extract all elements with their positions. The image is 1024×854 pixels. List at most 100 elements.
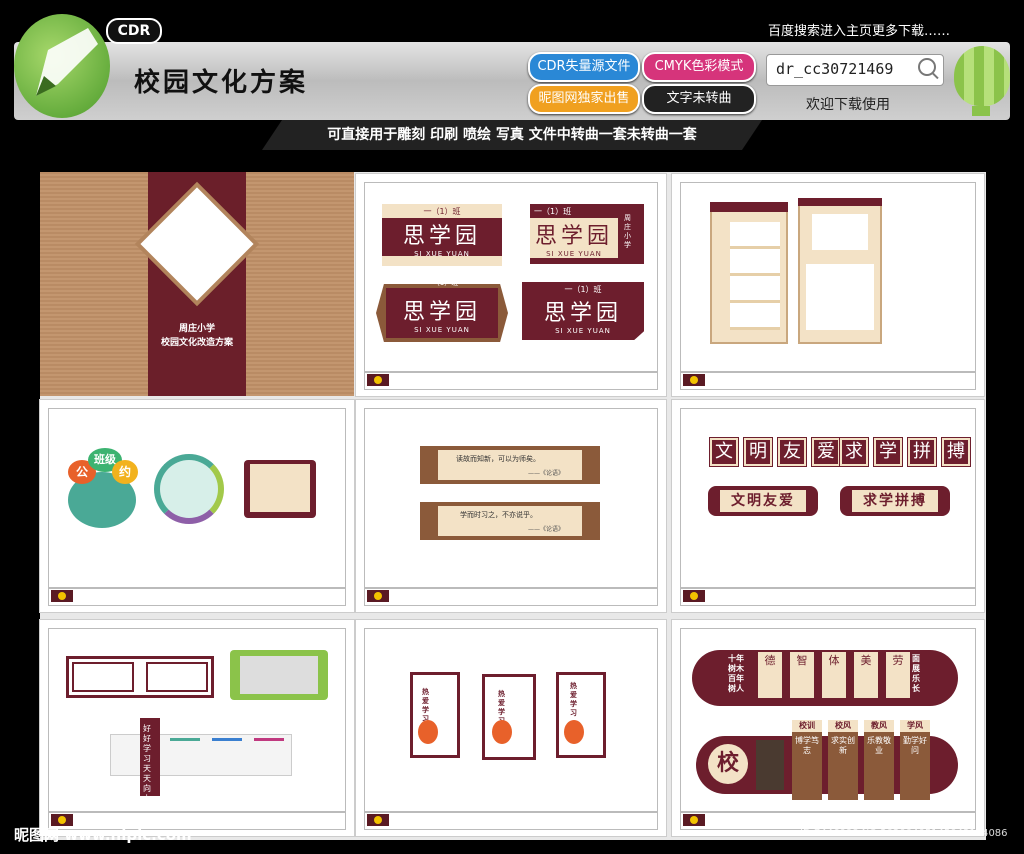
poster-3 (556, 672, 606, 758)
culture-photo (756, 740, 784, 790)
culture-school-char: 校 (708, 744, 748, 784)
board-right-slot-1 (812, 214, 868, 250)
slogan-bar-3 (254, 738, 284, 741)
cal-char: 爱 (812, 438, 840, 466)
footer-dot (58, 816, 66, 824)
panel-footer (364, 372, 658, 390)
poster-1-figure (418, 720, 438, 744)
culture-card: 德 (756, 650, 784, 700)
panel-school-culture[interactable]: 十年树木百年树人 全面发展快乐成长 德 智 体 美 劳 校 校训 博学笃志 校风… (672, 620, 984, 836)
rules-circle-middle (154, 454, 224, 524)
culture-section-text: 勤学好问 (900, 732, 930, 800)
board-right-top (798, 198, 882, 206)
footer-logo (367, 814, 389, 826)
pill-cmyk[interactable]: CMYK色彩模式 (642, 52, 756, 82)
sign-2-en: SI XUE YUAN (546, 250, 602, 258)
panel-calligraphy[interactable]: 文 明 友 爱 求 学 拼 搏 文明友爱 求学拼搏 (672, 400, 984, 612)
sign-2-name: 思学园 (534, 224, 613, 249)
sign-1-class: 一（1）班 (423, 207, 461, 216)
welcome-text: 欢迎下载使用 (806, 97, 890, 113)
sign-2-body: 思学园 SI XUE YUAN (530, 218, 618, 258)
panel-bulletin-boards[interactable] (672, 174, 984, 396)
footer-dot (374, 592, 382, 600)
banner-1-text: 读故而知新，可以为师矣。 (456, 455, 540, 463)
cal-char: 搏 (942, 438, 970, 466)
panel-frame (364, 408, 658, 588)
poster-1-label: 热爱学习 (422, 688, 429, 723)
culture-top-cards: 德 智 体 美 劳 (756, 650, 912, 700)
sign-2-class: 一（1）班 (534, 207, 572, 216)
footer-logo (51, 590, 73, 602)
cover-line1: 周庄小学 (178, 324, 215, 334)
footer-dot (690, 816, 698, 824)
balloon-icon (954, 46, 1010, 106)
pencil-icon (36, 28, 98, 96)
cal-char: 学 (874, 438, 902, 466)
panel-footer (364, 588, 658, 606)
cal-char: 拼 (908, 438, 936, 466)
search-value: dr_cc30721469 (776, 60, 894, 78)
sign-2-school: 周庄小学 (624, 214, 631, 249)
culture-card: 美 (852, 650, 880, 700)
culture-sections: 校训 博学笃志 校风 求实创新 教风 乐教敬业 学风 勤学好问 (792, 720, 930, 800)
page-title: 校园文化方案 (134, 68, 309, 98)
panel-banners[interactable]: 读故而知新，可以为师矣。 ——《论语》 学而时习之，不亦说乎。 ——《论语》 (356, 400, 666, 612)
footer-logo (683, 814, 705, 826)
footer-logo (367, 374, 389, 386)
top-right-text[interactable]: 百度搜索进入主页更多下载…… (768, 20, 950, 39)
sign-3-en: SI XUE YUAN (414, 326, 470, 334)
cdr-badge: CDR (106, 18, 162, 44)
frame-green-inner (240, 656, 318, 694)
culture-top-left-text: 十年树木百年树人 (728, 654, 744, 693)
culture-section: 学风 勤学好问 (900, 720, 930, 800)
sign-1-en: SI XUE YUAN (414, 250, 470, 258)
sign-3-name: 思学园 (402, 300, 481, 325)
sign-3-class: 一（1）班 (425, 279, 459, 287)
search-icon[interactable] (918, 58, 936, 76)
board-right-slot-2 (806, 264, 874, 330)
panel-footer (680, 372, 976, 390)
culture-section-text: 乐教敬业 (864, 732, 894, 800)
sign-4-body: 一（1）班 思学园 SI XUE YUAN (522, 282, 644, 340)
pill-cdr-vector[interactable]: CDR失量源文件 (528, 52, 640, 82)
pencil-logo-icon (14, 14, 110, 118)
sign-4-en: SI XUE YUAN (555, 327, 611, 335)
culture-section-title: 校训 (792, 720, 822, 732)
panel-frames[interactable]: 好好学习天天向上 (40, 620, 354, 836)
banner-1-author: ——《论语》 (528, 470, 565, 477)
calligraphy-plaque-left-text: 文明友爱 (720, 490, 806, 512)
culture-section-title: 教风 (864, 720, 894, 732)
panel-class-rules[interactable]: 公 班级 约 (40, 400, 354, 612)
pill-text-not-converted[interactable]: 文字未转曲 (642, 84, 756, 114)
pill-exclusive[interactable]: 昵图网独家出售 (528, 84, 640, 114)
poster-3-label: 热爱学习 (570, 682, 577, 717)
footer-dot (690, 592, 698, 600)
culture-section-text: 博学笃志 (792, 732, 822, 800)
rules-petal-2: 约 (112, 460, 138, 484)
banner-2-author: ——《论语》 (528, 526, 565, 533)
footer-logo (683, 374, 705, 386)
balloon-basket (972, 106, 990, 116)
cover-line2: 校园文化改造方案 (160, 338, 233, 348)
slogan-bar-2 (212, 738, 242, 741)
panel-posters[interactable]: 热爱学习 热爱学习 热爱学习 (356, 620, 666, 836)
board-left-top (710, 202, 788, 212)
cal-char: 友 (778, 438, 806, 466)
culture-section-title: 学风 (900, 720, 930, 732)
culture-card: 智 (788, 650, 816, 700)
footer-logo (683, 590, 705, 602)
sign-1-name: 思学园 (402, 224, 481, 249)
culture-section: 校训 博学笃志 (792, 720, 822, 800)
cal-char: 明 (744, 438, 772, 466)
poster-2-figure (492, 720, 512, 744)
panel-class-signs[interactable]: 一（1）班 思学园 SI XUE YUAN 一（1）班 思学园 SI XUE Y… (356, 174, 666, 396)
poster-1 (410, 672, 460, 758)
culture-card: 劳 (884, 650, 912, 700)
panel-footer (48, 588, 346, 606)
sign-3-body: 思学园 SI XUE YUAN (386, 288, 498, 338)
slogan-vertical: 好好学习天天向上 (143, 724, 151, 803)
rules-book-page (250, 464, 310, 512)
calligraphy-row1-right: 求 学 拼 搏 (840, 438, 970, 466)
sign-1-body: 思学园 SI XUE YUAN (382, 218, 502, 258)
frame-double-right (146, 662, 208, 692)
